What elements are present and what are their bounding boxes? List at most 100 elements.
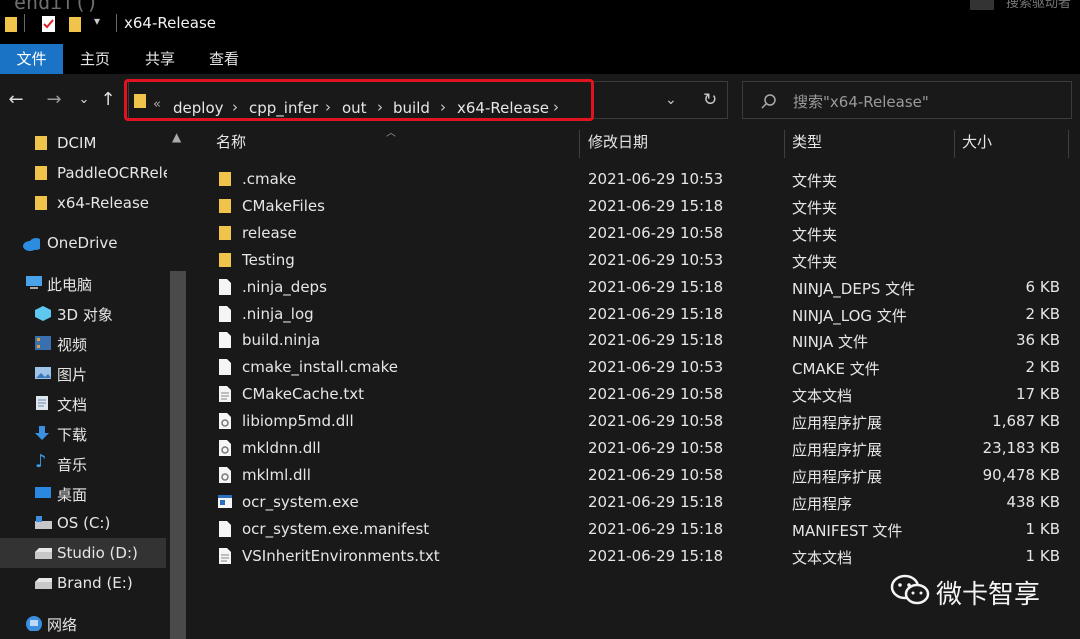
file-row[interactable]: .cmake 2021-06-29 10:53 文件夹 — [210, 166, 1070, 193]
sidebar-item-label: OS (C:) — [57, 514, 111, 532]
sidebar-item-label: 网络 — [47, 616, 78, 634]
tab-view[interactable]: 查看 — [194, 44, 254, 74]
column-header-name[interactable]: 名称 — [216, 126, 246, 159]
column-divider[interactable] — [1068, 130, 1069, 158]
background-scrollbar — [970, 0, 994, 10]
background-partial-text: 搜索驱动者 — [1006, 0, 1072, 11]
sidebar-item-network[interactable]: 网络 — [0, 608, 166, 638]
file-type: 文件夹 — [792, 225, 838, 244]
file-row[interactable]: CMakeCache.txt 2021-06-29 10:58 文本文档 17 KB — [210, 381, 1070, 408]
column-divider[interactable] — [954, 130, 955, 158]
cloud-icon — [23, 238, 40, 251]
file-name: .ninja_deps — [242, 277, 327, 296]
sidebar-item-label: DCIM — [57, 134, 97, 152]
music-icon: ♪ — [35, 451, 47, 472]
sidebar-item-label: PaddleOCRRele — [57, 164, 167, 182]
sidebar-item-dcim[interactable]: DCIM — [0, 128, 166, 158]
sidebar-item-label: Brand (E:) — [57, 574, 133, 592]
tab-file[interactable]: 文件 — [0, 44, 63, 74]
file-row[interactable]: libiomp5md.dll 2021-06-29 10:58 应用程序扩展 1,68… — [210, 408, 1070, 435]
file-row[interactable]: mkldnn.dll 2021-06-29 10:58 应用程序扩展 23,183 K… — [210, 435, 1070, 462]
file-row[interactable]: build.ninja 2021-06-29 15:18 NINJA 文件 36 KB — [210, 327, 1070, 354]
recent-locations-chevron-icon[interactable]: ⌄ — [74, 90, 94, 110]
tab-share[interactable]: 共享 — [130, 44, 190, 74]
sidebar-item-studio-d[interactable]: Studio (D:) — [0, 538, 166, 568]
file-modified: 2021-06-29 10:53 — [588, 250, 724, 269]
file-size: 36 KB — [1016, 331, 1060, 350]
computer-icon — [26, 276, 42, 289]
file-name: .cmake — [242, 170, 297, 188]
file-name: .ninja_log — [242, 304, 314, 323]
divider — [116, 14, 117, 32]
sidebar-item-this-pc[interactable]: 此电脑 — [0, 268, 166, 298]
address-dropdown-chevron-icon[interactable]: ⌄ — [665, 92, 677, 108]
navigation-bar: ← → ⌄ ↑ « deploy › cpp_infer › out › bui… — [0, 74, 1080, 126]
column-divider[interactable] — [579, 130, 580, 158]
sidebar-item-paddleocr[interactable]: PaddleOCRRele — [0, 158, 167, 188]
file-modified: 2021-06-29 10:58 — [588, 439, 724, 457]
folder-icon — [35, 196, 47, 210]
file-list: ︿ 名称 修改日期 类型 大小 .cmake 2021-06-29 10:53 文件… — [190, 126, 1080, 639]
tab-home[interactable]: 主页 — [65, 44, 125, 74]
sidebar-item-brand-e[interactable]: Brand (E:) — [0, 568, 166, 598]
file-name: build.ninja — [242, 331, 321, 350]
forward-arrow-icon[interactable]: → — [44, 90, 64, 110]
dll-icon — [219, 440, 231, 456]
sidebar-item-os-c[interactable]: OS (C:) — [0, 508, 166, 538]
back-arrow-icon[interactable]: ← — [6, 90, 26, 110]
file-row[interactable]: mklml.dll 2021-06-29 10:58 应用程序扩展 90,478 KB — [210, 462, 1070, 489]
sidebar-item-label: 3D 对象 — [57, 306, 113, 324]
file-modified: 2021-06-29 15:18 — [588, 196, 724, 215]
file-type: 文件夹 — [792, 198, 838, 217]
search-input[interactable]: 搜索"x64-Release" — [742, 81, 1072, 119]
dll-icon — [219, 466, 231, 483]
file-row[interactable]: ocr_system.exe 2021-06-29 15:18 应用程序 438 KB — [210, 489, 1070, 516]
drive-icon — [35, 516, 52, 529]
file-row[interactable]: CMakeFiles 2021-06-29 15:18 文件夹 — [210, 193, 1070, 220]
sidebar-item-onedrive[interactable]: OneDrive — [0, 228, 166, 258]
file-row[interactable]: cmake_install.cmake 2021-06-29 10:53 CMAKE… — [210, 354, 1070, 381]
title-bar: endif() ▾ x64-Release 搜索驱动者 — [0, 0, 1080, 44]
folder-icon — [219, 252, 231, 267]
folder-icon — [219, 172, 231, 186]
file-name: CMakeCache.txt — [242, 385, 365, 404]
sidebar-item-x64-release[interactable]: x64-Release — [0, 188, 166, 218]
properties-icon[interactable] — [40, 14, 58, 34]
column-header-size[interactable]: 大小 — [962, 126, 992, 159]
up-arrow-icon[interactable]: ↑ — [98, 90, 118, 110]
sidebar-item-pictures[interactable]: 图片 — [0, 358, 166, 388]
sidebar-item-label: Studio (D:) — [57, 544, 138, 562]
sidebar-item-downloads[interactable]: 下载 — [0, 418, 166, 448]
file-row[interactable]: .ninja_log 2021-06-29 15:18 NINJA_LOG 文件 2 … — [210, 301, 1070, 328]
file-row[interactable]: release 2021-06-29 10:58 文件夹 — [210, 220, 1070, 247]
sidebar-scrollbar[interactable] — [170, 271, 186, 639]
new-folder-icon[interactable] — [68, 14, 82, 34]
scroll-up-arrow-icon[interactable]: ▲ — [172, 130, 181, 144]
window-title: x64-Release — [124, 14, 216, 32]
sidebar-item-label: 图片 — [57, 366, 88, 384]
column-divider[interactable] — [784, 130, 785, 158]
column-header-modified[interactable]: 修改日期 — [588, 126, 648, 159]
sidebar-item-label: 文档 — [57, 396, 88, 414]
file-name: mkldnn.dll — [242, 439, 321, 457]
file-row[interactable]: .ninja_deps 2021-06-29 15:18 NINJA_DEPS 文件… — [210, 274, 1070, 301]
file-row[interactable]: Testing 2021-06-29 10:53 文件夹 — [210, 247, 1070, 274]
refresh-icon[interactable]: ↻ — [703, 90, 717, 110]
sort-ascending-icon: ︿ — [386, 128, 396, 139]
file-row[interactable]: ocr_system.exe.manifest 2021-06-29 15:18 M… — [210, 516, 1070, 543]
file-modified: 2021-06-29 10:58 — [588, 465, 724, 484]
wechat-icon — [890, 574, 930, 605]
sidebar-item-documents[interactable]: 文档 — [0, 388, 166, 418]
sidebar-item-desktop[interactable]: 桌面 — [0, 478, 166, 508]
sidebar-item-label: 下载 — [57, 426, 88, 444]
file-icon — [219, 332, 231, 349]
file-type: 文件夹 — [792, 172, 838, 190]
sidebar-item-videos[interactable]: 视频 — [0, 328, 166, 358]
column-header-type[interactable]: 类型 — [792, 126, 822, 159]
sidebar-item-3d-objects[interactable]: 3D 对象 — [0, 298, 166, 328]
file-modified: 2021-06-29 15:18 — [588, 492, 724, 511]
sidebar-item-music[interactable]: ♪ 音乐 — [0, 448, 166, 478]
file-row[interactable]: VSInheritEnvironments.txt 2021-06-29 15:1… — [210, 543, 1070, 570]
customize-quick-access-icon[interactable]: ▾ — [94, 14, 100, 34]
file-name: ocr_system.exe — [242, 492, 359, 511]
